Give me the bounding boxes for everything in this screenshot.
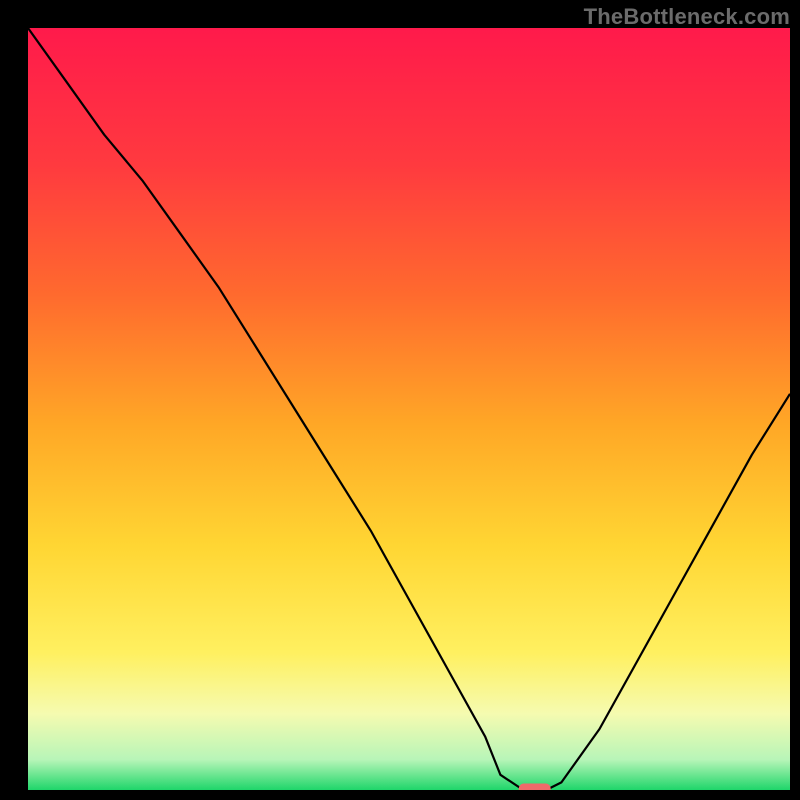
border-right bbox=[790, 0, 800, 800]
bottleneck-curve-chart bbox=[0, 0, 800, 800]
gradient-background bbox=[28, 28, 790, 790]
chart-frame: TheBottleneck.com bbox=[0, 0, 800, 800]
border-bottom bbox=[0, 790, 800, 800]
border-left bbox=[0, 0, 28, 800]
watermark-label: TheBottleneck.com bbox=[584, 4, 790, 30]
